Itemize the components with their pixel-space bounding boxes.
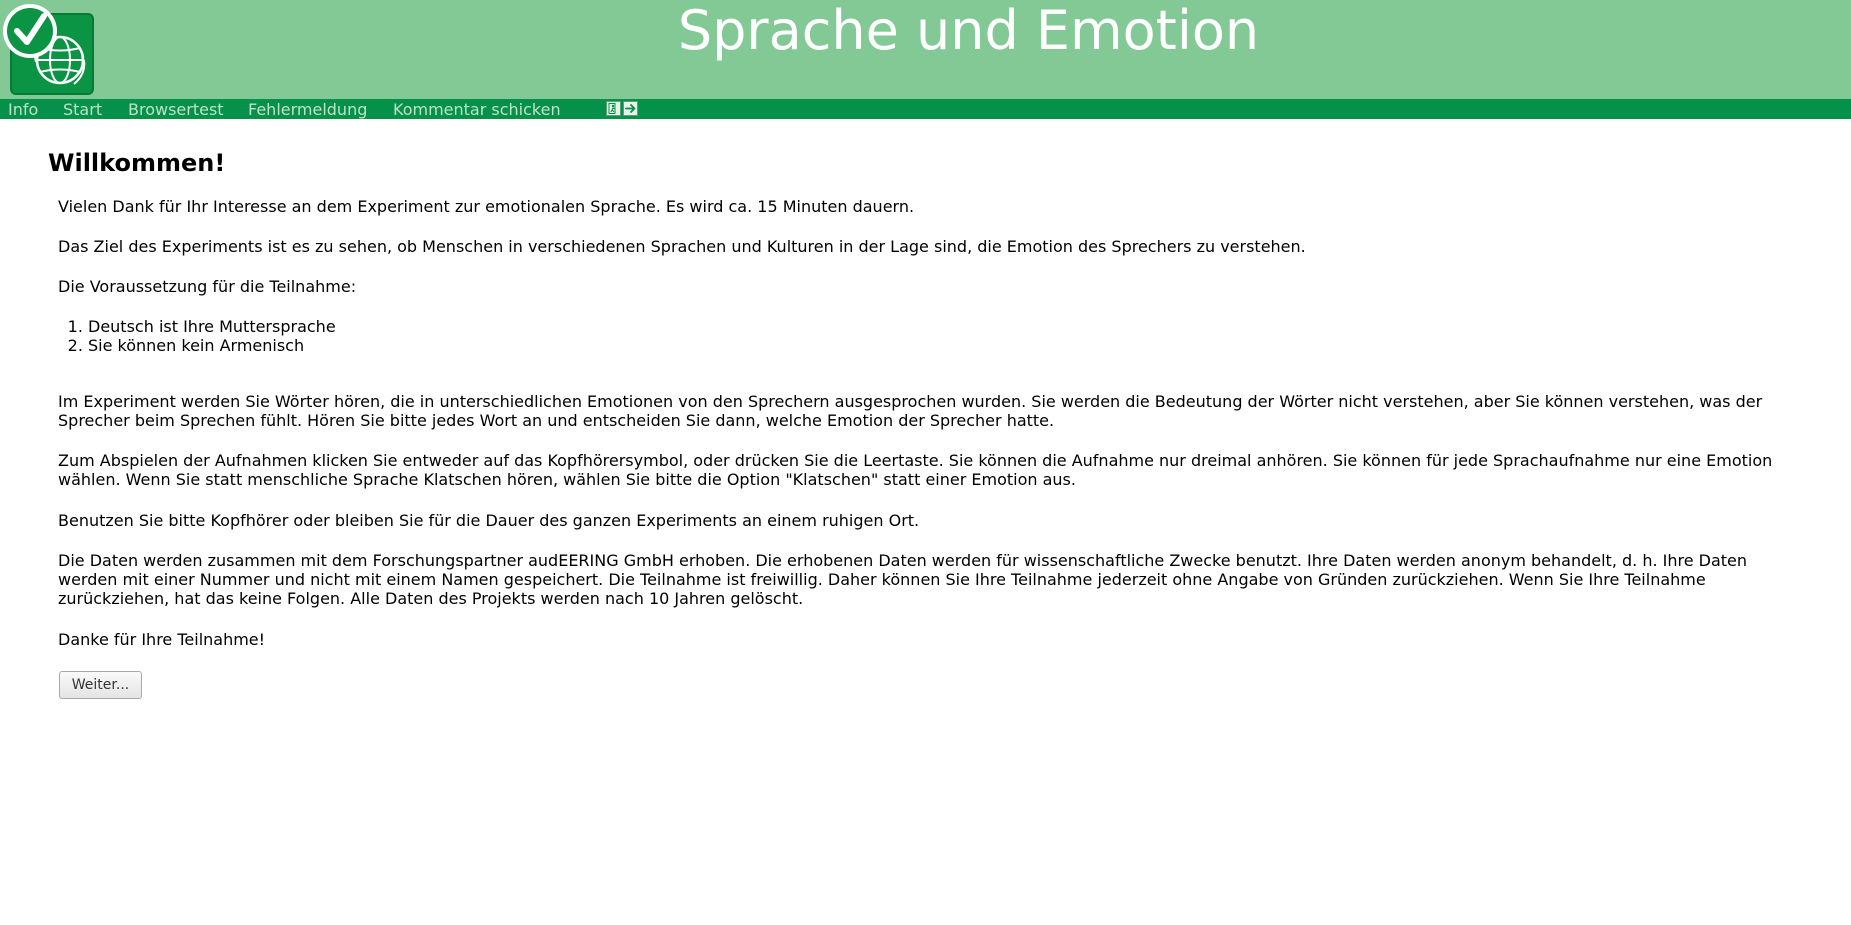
data-privacy-paragraph: Die Daten werden zusammen mit dem Forsch… [58,551,1748,608]
requirements-intro: Die Voraussetzung für die Teilnahme: [58,277,357,296]
site-title: Sprache und Emotion [677,0,1260,62]
nav-link-fehlermeldung[interactable]: Fehlermeldung [248,100,367,120]
nav-link-start[interactable]: Start [63,100,102,120]
nav-link-browsertest[interactable]: Browsertest [128,100,224,120]
playback-paragraph: Zum Abspielen der Aufnahmen klicken Sie … [58,451,1773,489]
nav-bar: Info Start Browsertest Fehlermeldung Kom… [0,99,1851,119]
page-header: Sprache und Emotion [0,0,1851,99]
thanks-paragraph: Danke für Ihre Teilnahme! [58,630,266,649]
list-item: Deutsch ist Ihre Muttersprache [88,317,336,336]
page-heading: Willkommen! [48,149,226,177]
requirements-list: Deutsch ist Ihre Muttersprache Sie könne… [58,317,336,355]
list-item: Sie können kein Armenisch [88,336,336,355]
intro-paragraph: Vielen Dank für Ihr Interesse an dem Exp… [58,197,915,216]
experiment-paragraph: Im Experiment werden Sie Wörter hören, d… [58,392,1763,430]
nav-icon-group [606,101,638,117]
goal-paragraph: Das Ziel des Experiments ist es zu sehen… [58,237,1306,256]
exit-person-icon[interactable] [606,101,621,116]
nav-link-kommentar[interactable]: Kommentar schicken [393,100,561,120]
arrow-right-icon[interactable] [623,101,638,116]
nav-link-info[interactable]: Info [8,100,38,120]
next-button[interactable]: Weiter... [59,671,142,699]
headphones-paragraph: Benutzen Sie bitte Kopfhörer oder bleibe… [58,511,920,530]
